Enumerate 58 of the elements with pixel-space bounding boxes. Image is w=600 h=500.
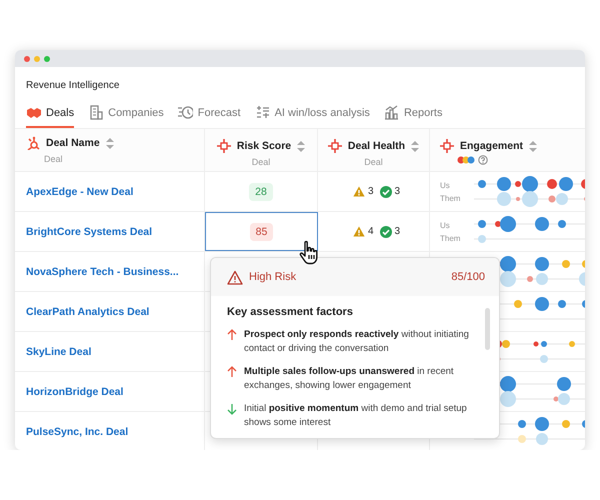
pass-count: 3 [394,226,400,237]
warning-count: 3 [368,186,374,197]
close-control[interactable] [24,56,30,62]
color-legend-icon [457,156,475,164]
tab[interactable]: Forecast [178,105,241,128]
column-header: Deal Health [348,140,406,152]
deal-link[interactable]: BrightCore Systems Deal [26,226,152,238]
column-header: Deal Name [46,137,100,149]
check-icon [380,186,392,198]
scrollbar-thumb[interactable] [485,308,490,350]
factor-text: Initial positive momentum with demo and trial setup shows some interest [244,402,468,430]
column-header: Risk Score [236,140,292,152]
series-label: Us [440,220,451,230]
crosshair-icon [328,139,342,153]
column-subtitle: Deal [252,157,270,167]
sort-icon [297,140,306,152]
series-label: Them [440,194,462,202]
sort-icon [411,140,420,152]
app-title: Revenue Intelligence [25,79,120,93]
maximize-control[interactable] [44,56,50,62]
deal-link[interactable]: NovaSphere Tech - Business... [26,266,179,278]
crosshair-icon [216,139,231,153]
deal-link[interactable]: ClearPath Analytics Deal [26,306,150,318]
list-icon [254,105,270,120]
tab[interactable]: Companies [88,105,164,128]
factor-text: Multiple sales follow-ups unanswered in recent exchanges, showing lower engagement [244,365,455,393]
help-icon [478,155,488,165]
pass-count: 3 [394,186,400,197]
risk-score-total: 85/100 [451,271,485,283]
deal-link[interactable]: SkyLine Deal [26,346,92,358]
factor-text: Prospect only responds reactively without initiating contact or driving the conversation [244,328,470,356]
risk-score: 85 [250,222,274,240]
column-subtitle: Deal [364,157,383,167]
sort-icon [529,140,538,152]
warning-icon [352,226,365,237]
warning-icon [227,270,243,284]
sprocket-icon [26,136,40,150]
series-label: Us [440,180,451,190]
column-subtitle: Deal [43,154,64,164]
section-heading: Key assessment factors [227,306,354,318]
warning-icon [352,186,365,197]
minimize-control[interactable] [34,56,40,62]
column-header: Engagement [460,140,524,152]
crosshair-icon [440,139,454,153]
building-icon [88,105,104,120]
tab[interactable]: AI win/loss analysis [254,105,370,128]
bar-chart-icon [384,105,399,120]
warning-count: 4 [368,226,374,237]
clock-icon [178,105,193,120]
check-icon [380,226,392,238]
deal-link[interactable]: HorizonBridge Deal [26,386,124,398]
deal-link[interactable]: PulseSync, Inc. Deal [26,426,128,438]
tab[interactable]: Reports [384,105,442,128]
series-label: Them [440,234,462,242]
risk-title: High Risk [249,271,298,283]
sort-icon [106,138,114,148]
risk-score: 28 [249,182,273,200]
deal-link[interactable]: ApexEdge - New Deal [26,186,134,198]
